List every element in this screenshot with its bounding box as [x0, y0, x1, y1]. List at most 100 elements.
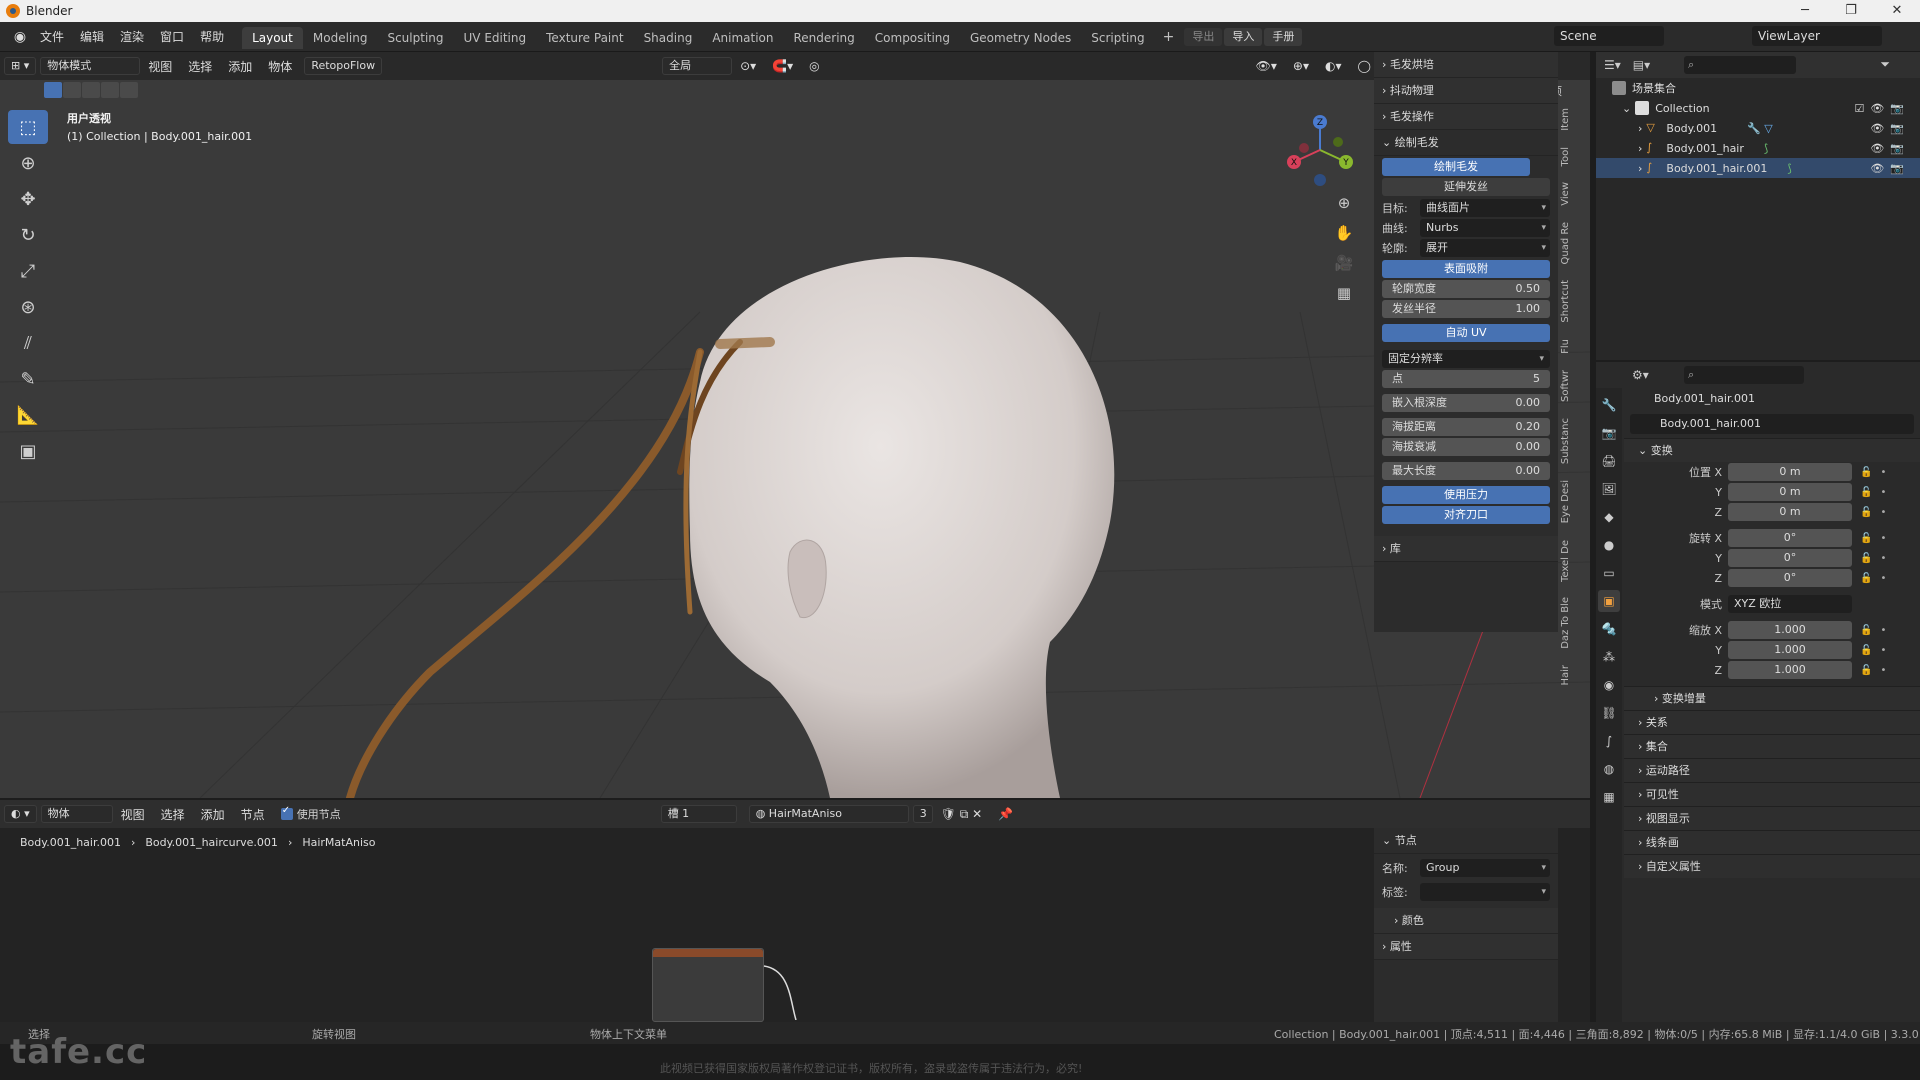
rotation-z-field[interactable]: 0° — [1728, 569, 1852, 587]
slot-dropdown[interactable]: 槽 1 — [660, 805, 737, 823]
annotate-tool-icon[interactable]: ✎ — [8, 362, 48, 396]
node-name-field[interactable]: Group — [1420, 859, 1550, 877]
resolution-mode-dropdown[interactable]: 固定分辨率 — [1382, 350, 1550, 368]
view-layer-selector[interactable]: ViewLayer — [1752, 26, 1882, 46]
tab-modeling[interactable]: Modeling — [303, 27, 378, 49]
sidebar-tab-item[interactable]: Item — [1560, 100, 1588, 139]
shader-menu-add[interactable]: 添加 — [193, 806, 233, 823]
select-invert-icon[interactable] — [101, 82, 119, 98]
section-delta-transform[interactable]: › 变换增量 — [1624, 686, 1920, 710]
shader-editor[interactable]: ◐ ▾ 物体 视图 选择 添加 节点 使用节点 槽 1 ◍ HairMatAni… — [0, 800, 1590, 1022]
display-mode-icon[interactable]: ▤▾ — [1629, 58, 1654, 72]
tab-shading[interactable]: Shading — [634, 27, 703, 49]
lock-icon[interactable]: 🔓• — [1860, 553, 1894, 564]
section-properties[interactable]: › 属性 — [1374, 934, 1558, 960]
shader-editor-type-dropdown[interactable]: ◐ ▾ — [4, 805, 37, 823]
section-jiggle-physics[interactable]: › 抖动物理 — [1374, 78, 1558, 104]
move-tool-icon[interactable]: ✥ — [8, 182, 48, 216]
blender-menu-icon[interactable]: ◉ — [8, 29, 32, 45]
pivot-icon[interactable]: ⊙▾ — [732, 59, 764, 73]
section-draw-hair[interactable]: ⌄ 绘制毛发 — [1374, 130, 1558, 156]
perspective-grid-icon[interactable]: ▦ — [1332, 284, 1356, 314]
sidebar-tab-texel-density[interactable]: Texel De — [1560, 532, 1588, 590]
rotation-y-field[interactable]: 0° — [1728, 549, 1852, 567]
outliner-scene-collection[interactable]: 场景集合 — [1596, 78, 1920, 98]
lock-icon[interactable]: 🔓• — [1860, 467, 1894, 478]
group-node[interactable] — [652, 948, 764, 1022]
camera-icon[interactable]: 🎥 — [1332, 254, 1356, 284]
select-new-icon[interactable] — [44, 82, 62, 98]
node-label-field[interactable] — [1420, 883, 1550, 901]
modifier-props-icon[interactable]: 🔩 — [1598, 618, 1620, 640]
sidebar-tab-softwrap[interactable]: Softwr — [1560, 362, 1588, 410]
section-transform[interactable]: ⌄ 变换 — [1624, 438, 1920, 462]
object-props-icon[interactable]: ▣ — [1598, 590, 1620, 612]
menu-edit[interactable]: 编辑 — [72, 22, 112, 52]
material-actions-icons[interactable]: 🛡 ⧉ ✕ — [933, 807, 991, 822]
tab-animation[interactable]: Animation — [702, 27, 783, 49]
sidebar-tab-quad-remesher[interactable]: Quad Re — [1560, 214, 1588, 273]
sidebar-tab-tool[interactable]: Tool — [1560, 139, 1588, 174]
viewport-menu-object[interactable]: 物体 — [260, 58, 300, 75]
sidebar-tab-shortcut[interactable]: Shortcut — [1560, 272, 1588, 331]
view-layer-props-icon[interactable]: 🖼 — [1598, 478, 1620, 500]
menu-file[interactable]: 文件 — [32, 22, 72, 52]
tab-geometry-nodes[interactable]: Geometry Nodes — [960, 27, 1081, 49]
proportional-edit-icon[interactable]: ◎ — [801, 59, 827, 73]
section-hair-bake[interactable]: › 毛发烘培 — [1374, 52, 1558, 78]
add-cube-tool-icon[interactable]: ▣ — [8, 434, 48, 468]
tab-layout[interactable]: Layout — [242, 26, 303, 49]
scene-selector[interactable]: Scene — [1554, 26, 1664, 46]
cursor-tool-icon[interactable]: ⊕ — [8, 146, 48, 180]
section-line-art[interactable]: › 线条画 — [1624, 830, 1920, 854]
tab-compositing[interactable]: Compositing — [865, 27, 960, 49]
align-blade-button[interactable]: 对齐刀口 — [1382, 506, 1550, 524]
pin-icon[interactable]: 📌 — [990, 807, 1021, 821]
section-custom-props[interactable]: › 自定义属性 — [1624, 854, 1920, 878]
section-motion-paths[interactable]: › 运动路径 — [1624, 758, 1920, 782]
section-viewport-display[interactable]: › 视图显示 — [1624, 806, 1920, 830]
particles-props-icon[interactable]: ⁂ — [1598, 646, 1620, 668]
sidebar-tab-flu[interactable]: Flu — [1560, 331, 1588, 362]
auto-uv-button[interactable]: 自动 UV — [1382, 324, 1550, 342]
scale-x-field[interactable]: 1.000 — [1728, 621, 1852, 639]
object-name-field[interactable]: Body.001_hair.001 — [1630, 414, 1914, 434]
rotation-mode-dropdown[interactable]: XYZ 欧拉 — [1728, 595, 1852, 613]
tool-props-icon[interactable]: 🔧 — [1598, 394, 1620, 416]
menu-help[interactable]: 帮助 — [192, 22, 232, 52]
scene-props-icon[interactable]: ◆ — [1598, 506, 1620, 528]
select-box-tool-icon[interactable]: ⬚ — [8, 110, 48, 144]
constraints-props-icon[interactable]: ⛓ — [1598, 702, 1620, 724]
body-visibility-icons[interactable]: 👁📷 — [1870, 122, 1910, 135]
surface-snap-button[interactable]: 表面吸附 — [1382, 260, 1550, 278]
select-extend-icon[interactable] — [63, 82, 81, 98]
add-workspace-button[interactable]: + — [1155, 29, 1183, 45]
material-users-count[interactable]: 3 — [912, 805, 933, 823]
section-node[interactable]: ⌄ 节点 — [1374, 828, 1558, 854]
lock-icon[interactable]: 🔓• — [1860, 573, 1894, 584]
draw-hair-button[interactable]: 绘制毛发 — [1382, 158, 1530, 176]
manual-button[interactable]: 手册 — [1264, 27, 1303, 46]
tab-texture-paint[interactable]: Texture Paint — [536, 27, 633, 49]
properties-search-input[interactable]: ⌕ — [1684, 366, 1804, 384]
rotation-x-field[interactable]: 0° — [1728, 529, 1852, 547]
lock-icon[interactable]: 🔓• — [1860, 625, 1894, 636]
outliner-collection[interactable]: ⌄ Collection ☑👁📷 — [1596, 98, 1920, 118]
shader-menu-node[interactable]: 节点 — [233, 806, 273, 823]
outliner-item-hair[interactable]: › ∫ Body.001_hair ⟆ 👁📷 — [1596, 138, 1920, 158]
use-nodes-checkbox[interactable] — [280, 805, 293, 820]
section-color[interactable]: › 颜色 — [1374, 908, 1558, 934]
visibility-icon[interactable]: 👁▾ — [1248, 59, 1285, 73]
transform-tool-icon[interactable]: ⊛ — [8, 290, 48, 324]
export-button[interactable]: 导出 — [1184, 27, 1223, 46]
tab-sculpting[interactable]: Sculpting — [377, 27, 453, 49]
strand-radius-field[interactable]: 发丝半径 1.00 — [1382, 300, 1550, 318]
outliner-search-input[interactable]: ⌕ — [1684, 56, 1796, 74]
select-intersect-icon[interactable] — [120, 82, 138, 98]
profile-dropdown[interactable]: 展开 — [1420, 239, 1550, 257]
sidebar-tab-eye-designer[interactable]: Eye Desi — [1560, 472, 1588, 531]
retopoflow-menu[interactable]: RetopoFlow — [304, 57, 383, 75]
menu-render[interactable]: 渲染 — [112, 22, 152, 52]
section-hair-ops[interactable]: › 毛发操作 — [1374, 104, 1558, 130]
curve-dropdown[interactable]: Nurbs — [1420, 219, 1550, 237]
